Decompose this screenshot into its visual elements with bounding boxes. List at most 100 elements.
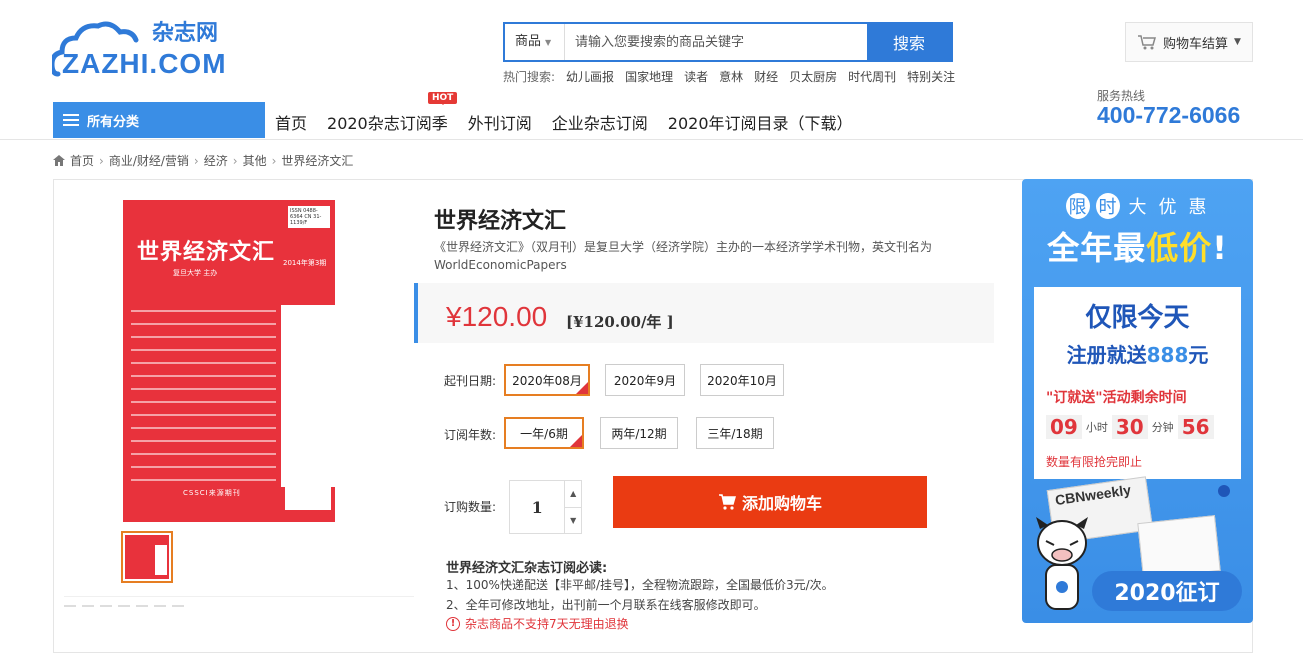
hot-keyword[interactable]: 读者 bbox=[684, 68, 708, 85]
home-icon bbox=[53, 155, 65, 166]
increment-icon[interactable]: ▲ bbox=[565, 481, 581, 508]
cover-title: 世界经济文汇 bbox=[137, 239, 276, 265]
promo-char: 惠 bbox=[1188, 197, 1207, 218]
nav-link-foreign[interactable]: 外刊订阅 bbox=[468, 110, 532, 134]
hot-keyword[interactable]: 意林 bbox=[719, 68, 743, 85]
start-date-label: 起刊日期: bbox=[444, 374, 497, 388]
chevron-down-icon: ▼ bbox=[1234, 37, 1241, 47]
menu-icon bbox=[63, 114, 79, 126]
cover-thumbnail[interactable] bbox=[121, 531, 173, 583]
cover-text-lines bbox=[131, 310, 276, 492]
countdown-minutes: 30 bbox=[1111, 415, 1148, 439]
start-option[interactable]: 2020年9月 bbox=[605, 364, 685, 396]
hot-keyword[interactable]: 贝太厨房 bbox=[789, 68, 837, 85]
promo-card: 仅限今天 注册就送888元 "订就送"活动剩余时间 09 小时 30 分钟 56… bbox=[1034, 287, 1241, 479]
search-button[interactable]: 搜索 bbox=[867, 24, 951, 60]
promo-line3: "订就送"活动剩余时间 bbox=[1046, 390, 1187, 406]
zazhi-logo[interactable]: 杂志网 ZAZHI.COM bbox=[52, 16, 247, 78]
nav-link-2020-season[interactable]: 2020杂志订阅季 bbox=[327, 110, 448, 134]
promo-char: 优 bbox=[1158, 197, 1177, 218]
nav-link-enterprise[interactable]: 企业杂志订阅 bbox=[552, 110, 648, 134]
hot-search-label: 热门搜索: bbox=[503, 70, 556, 84]
countdown-minutes-unit: 分钟 bbox=[1151, 421, 1174, 434]
breadcrumb-item[interactable]: 首页 bbox=[70, 152, 94, 169]
logo-cn: 杂志网 bbox=[152, 21, 218, 46]
cover-issue: 2014年第3期 bbox=[283, 259, 327, 267]
decrement-icon[interactable]: ▼ bbox=[565, 508, 581, 534]
hot-keyword[interactable]: 特别关注 bbox=[907, 68, 955, 85]
cover-issn: ISSN 0488-6364 CN 31-1139/F bbox=[288, 206, 330, 228]
share-placeholder bbox=[64, 605, 184, 607]
chevron-right-icon: › bbox=[271, 153, 277, 168]
quantity-stepper: 1 ▲ ▼ bbox=[509, 480, 582, 534]
breadcrumb-item[interactable]: 商业/财经/营销 bbox=[109, 152, 189, 169]
price-box: ¥120.00 [¥120.00/年 ] bbox=[414, 283, 994, 343]
barcode bbox=[285, 482, 331, 510]
quantity-input[interactable]: 1 bbox=[510, 481, 564, 533]
hot-keyword[interactable]: 国家地理 bbox=[625, 68, 673, 85]
price: ¥120.00 bbox=[446, 301, 548, 332]
promo-headline-c: ! bbox=[1212, 229, 1228, 267]
notice-title: 世界经济文汇杂志订阅必读: bbox=[446, 561, 608, 576]
chevron-right-icon: › bbox=[193, 153, 199, 168]
chevron-down-icon: ▼ bbox=[545, 38, 552, 47]
chevron-right-icon: › bbox=[232, 153, 238, 168]
add-to-cart-button[interactable]: 添加购物车 bbox=[613, 476, 927, 528]
promo-headline: 全年最低价! bbox=[1022, 223, 1253, 269]
promo-top-chars: 限 时 大 优 惠 bbox=[1022, 193, 1253, 219]
hot-keyword[interactable]: 时代周刊 bbox=[848, 68, 896, 85]
years-label: 订阅年数: bbox=[444, 428, 497, 442]
logo-en: ZAZHI.COM bbox=[62, 48, 227, 78]
countdown-hours-unit: 小时 bbox=[1085, 421, 1108, 434]
decor-dot bbox=[1218, 485, 1230, 497]
search-category-label: 商品 bbox=[515, 34, 542, 49]
cover-footer: CSSCI来源期刊 bbox=[183, 489, 241, 497]
countdown-seconds: 56 bbox=[1177, 415, 1214, 439]
search-bar: 商品▼ 搜索 bbox=[503, 22, 953, 62]
breadcrumb-current: 世界经济文汇 bbox=[281, 154, 354, 168]
promo-limit: 数量有限抢完即止 bbox=[1046, 455, 1143, 469]
qty-label: 订购数量: bbox=[444, 500, 497, 514]
all-categories-label: 所有分类 bbox=[87, 114, 140, 130]
nav-link-home[interactable]: 首页 bbox=[275, 110, 307, 134]
promo-line2b: 888 bbox=[1146, 343, 1189, 367]
cart-icon bbox=[1138, 35, 1157, 50]
promo-banner[interactable]: 限 时 大 优 惠 全年最低价! 仅限今天 注册就送888元 "订就送"活动剩余… bbox=[1022, 179, 1253, 623]
breadcrumb-item[interactable]: 经济 bbox=[204, 152, 228, 169]
start-option[interactable]: 2020年08月 bbox=[504, 364, 590, 396]
promo-badge: 2020征订 bbox=[1092, 571, 1242, 611]
warning-text: 杂志商品不支持7天无理由退换 bbox=[465, 617, 629, 631]
product-description: 《世界经济文汇》（双月刊）是复旦大学（经济学院）主办的一本经济学学术刊物，英文刊… bbox=[434, 240, 933, 272]
year-option[interactable]: 三年/18期 bbox=[696, 417, 774, 449]
price-per-year: [¥120.00/年 ] bbox=[566, 313, 674, 331]
breadcrumb-item[interactable]: 其他 bbox=[243, 152, 267, 169]
add-to-cart-label: 添加购物车 bbox=[741, 494, 822, 513]
promo-headline-a: 全年最 bbox=[1047, 229, 1147, 267]
cart-icon bbox=[718, 494, 736, 510]
promo-line2c: 元 bbox=[1188, 343, 1209, 367]
breadcrumb: 首页 › 商业/财经/营销 › 经济 › 其他 › 世界经济文汇 bbox=[53, 152, 353, 169]
search-category-select[interactable]: 商品 ▼ bbox=[505, 24, 565, 60]
return-warning: ! 杂志商品不支持7天无理由退换 bbox=[446, 615, 629, 632]
start-option[interactable]: 2020年10月 bbox=[700, 364, 784, 396]
cbn-title: CBNweekly bbox=[1054, 481, 1132, 509]
all-categories-button[interactable]: 所有分类 bbox=[53, 102, 265, 138]
notice-line: 1、100%快递配送【非平邮/挂号】，全程物流跟踪，全国最低价3元/次。 bbox=[446, 578, 834, 592]
product-title: 世界经济文汇 bbox=[434, 209, 567, 234]
hot-keyword[interactable]: 幼儿画报 bbox=[566, 68, 614, 85]
promo-char: 大 bbox=[1128, 197, 1147, 218]
magazine-cover-image: ISSN 0488-6364 CN 31-1139/F 世界经济文汇 复旦大学 … bbox=[123, 200, 335, 522]
nav-link-catalog[interactable]: 2020年订阅目录（下载） bbox=[668, 110, 853, 134]
year-option[interactable]: 一年/6期 bbox=[504, 417, 584, 449]
magazine-image bbox=[1137, 515, 1221, 579]
promo-line1: 仅限今天 bbox=[1085, 303, 1190, 333]
divider bbox=[64, 596, 414, 597]
hot-keyword[interactable]: 财经 bbox=[754, 68, 778, 85]
warning-icon: ! bbox=[446, 616, 460, 631]
cart-button[interactable]: 购物车结算 ▼ bbox=[1125, 22, 1253, 62]
countdown: 09 小时 30 分钟 56 bbox=[1046, 415, 1214, 439]
year-option[interactable]: 两年/12期 bbox=[600, 417, 678, 449]
chevron-right-icon: › bbox=[99, 153, 104, 168]
search-input[interactable] bbox=[565, 24, 867, 60]
cover-subtitle: 复旦大学 主办 bbox=[173, 269, 218, 277]
